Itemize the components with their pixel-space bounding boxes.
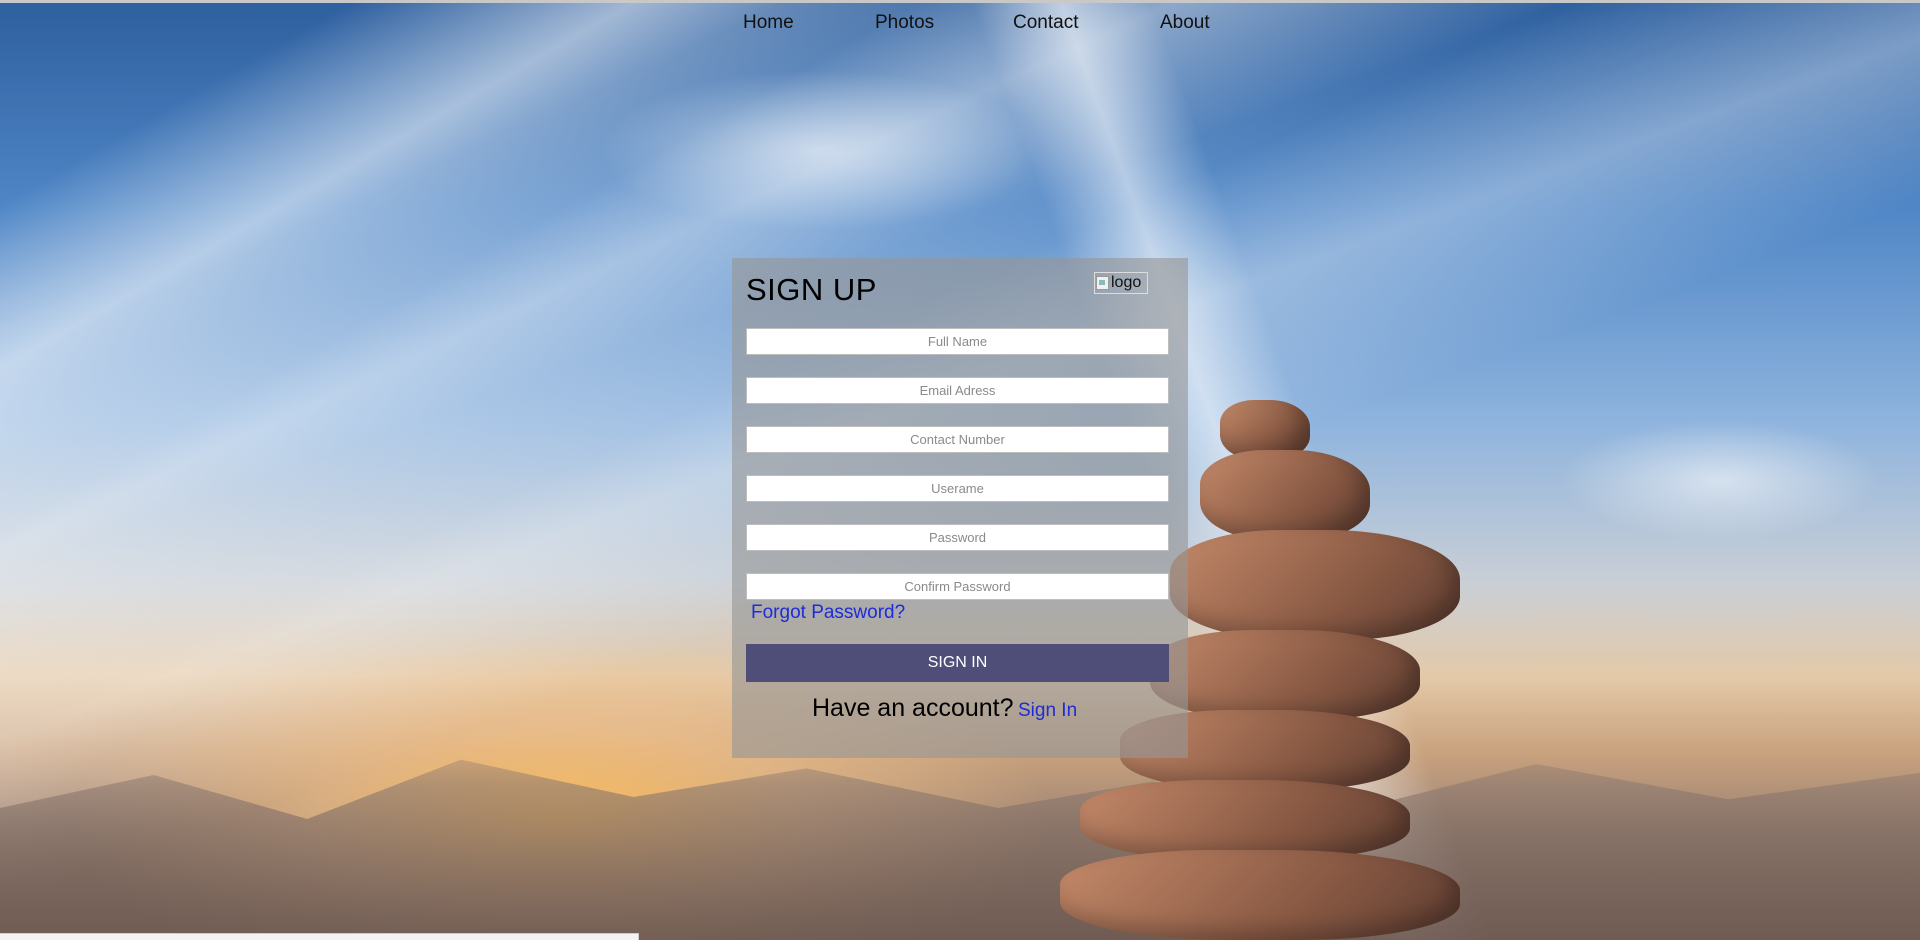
signup-card: SIGN UP logo Forgot Password? SIGN IN Ha… (732, 258, 1188, 758)
full-name-input[interactable] (746, 328, 1169, 355)
confirm-password-input[interactable] (746, 573, 1169, 600)
sign-in-link[interactable]: Sign In (1018, 700, 1077, 722)
email-input[interactable] (746, 377, 1169, 404)
browser-status-bar (0, 933, 639, 940)
form-title: SIGN UP (746, 272, 877, 307)
nav-about-link[interactable]: About (1160, 12, 1210, 34)
password-input[interactable] (746, 524, 1169, 551)
logo-alt-text: logo (1111, 274, 1142, 291)
forgot-password-link[interactable]: Forgot Password? (751, 602, 905, 624)
submit-button[interactable]: SIGN IN (746, 644, 1169, 682)
nav-home-link[interactable]: Home (743, 12, 794, 34)
nav-contact-link[interactable]: Contact (1013, 12, 1078, 34)
username-input[interactable] (746, 475, 1169, 502)
nav-photos-link[interactable]: Photos (875, 12, 934, 34)
have-account-text: Have an account? (812, 694, 1014, 722)
top-nav: Home Photos Contact About (0, 0, 1920, 46)
logo-image: logo (1094, 272, 1148, 294)
contact-number-input[interactable] (746, 426, 1169, 453)
broken-image-icon (1096, 276, 1109, 290)
